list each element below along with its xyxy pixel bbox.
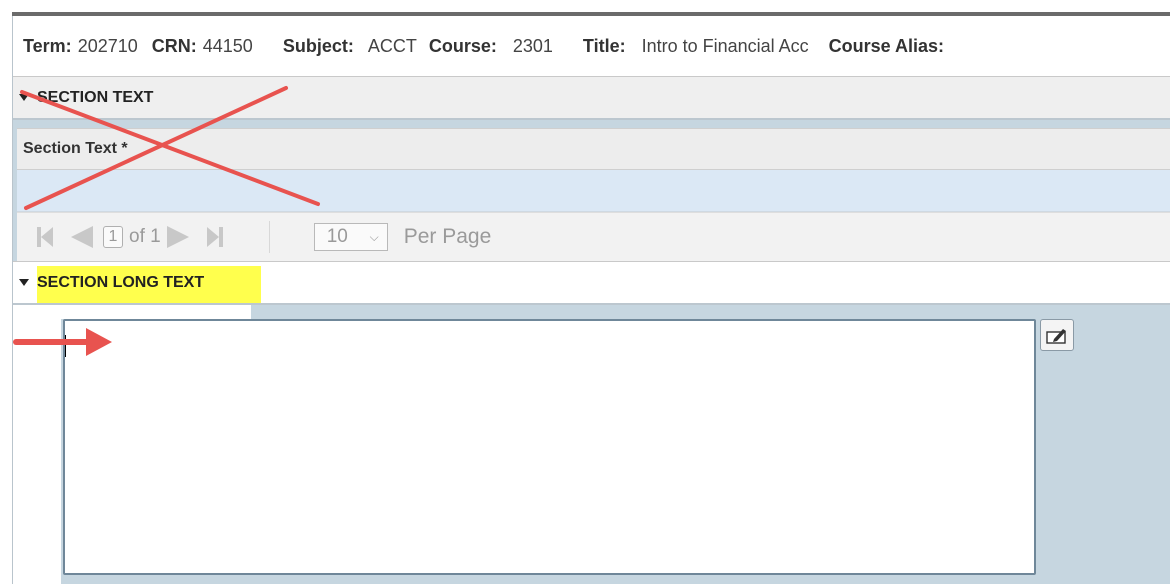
per-page-select[interactable]: 10 ⌵ xyxy=(313,223,388,251)
edit-button[interactable] xyxy=(1040,319,1074,351)
caret-down-icon xyxy=(19,279,29,286)
course-label: Course: xyxy=(428,35,497,56)
prev-page-icon[interactable] xyxy=(71,226,93,248)
section-long-text-title: SECTION LONG TEXT xyxy=(37,273,205,291)
next-page-icon[interactable] xyxy=(166,226,189,248)
crn-value: 44150 xyxy=(202,35,253,56)
subject-value: ACCT xyxy=(367,35,417,56)
first-page-icon[interactable] xyxy=(35,226,55,248)
per-page-label: Per Page xyxy=(403,225,492,248)
section-long-text-input[interactable] xyxy=(63,319,1036,575)
crn-label: CRN: xyxy=(151,35,197,56)
page-number-input[interactable]: 1 xyxy=(103,226,123,248)
section-text-column-header[interactable]: Section Text * xyxy=(17,128,1170,170)
pagination-bar: 1 of 1 10 ⌵ Per Page xyxy=(17,212,1170,261)
page-count: of 1 xyxy=(129,226,161,247)
course-value: 2301 xyxy=(512,35,553,56)
section-text-grid: Section Text * 1 of 1 10 ⌵ Per Page xyxy=(13,120,1170,261)
course-alias-label: Course Alias: xyxy=(828,35,945,56)
title-label: Title: xyxy=(582,35,626,56)
subject-label: Subject: xyxy=(282,35,354,56)
section-text-title: SECTION TEXT xyxy=(37,88,154,106)
title-value: Intro to Financial Acc xyxy=(641,35,809,56)
term-value: 202710 xyxy=(77,35,138,56)
table-row[interactable] xyxy=(17,170,1170,212)
section-text-column-label: Section Text * xyxy=(23,140,128,157)
top-spacer xyxy=(0,0,1170,4)
section-long-text-panel xyxy=(13,305,1170,584)
section-form: Term: 202710 CRN: 44150 Subject: ACCT Co… xyxy=(12,16,1170,584)
edit-icon xyxy=(1046,329,1066,344)
chevron-down-icon: ⌵ xyxy=(369,229,379,244)
per-page-value: 10 xyxy=(326,226,348,247)
pager-divider xyxy=(268,221,270,253)
last-page-icon[interactable] xyxy=(205,226,225,248)
key-block: Term: 202710 CRN: 44150 Subject: ACCT Co… xyxy=(13,16,1170,76)
caret-down-icon xyxy=(19,94,29,101)
section-long-text-header[interactable]: SECTION LONG TEXT xyxy=(13,261,1170,305)
text-cursor xyxy=(65,335,66,357)
section-text-header[interactable]: SECTION TEXT xyxy=(13,76,1170,120)
panel-gutter xyxy=(13,305,61,584)
panel-gutter-top xyxy=(61,305,251,319)
term-label: Term: xyxy=(23,35,72,56)
